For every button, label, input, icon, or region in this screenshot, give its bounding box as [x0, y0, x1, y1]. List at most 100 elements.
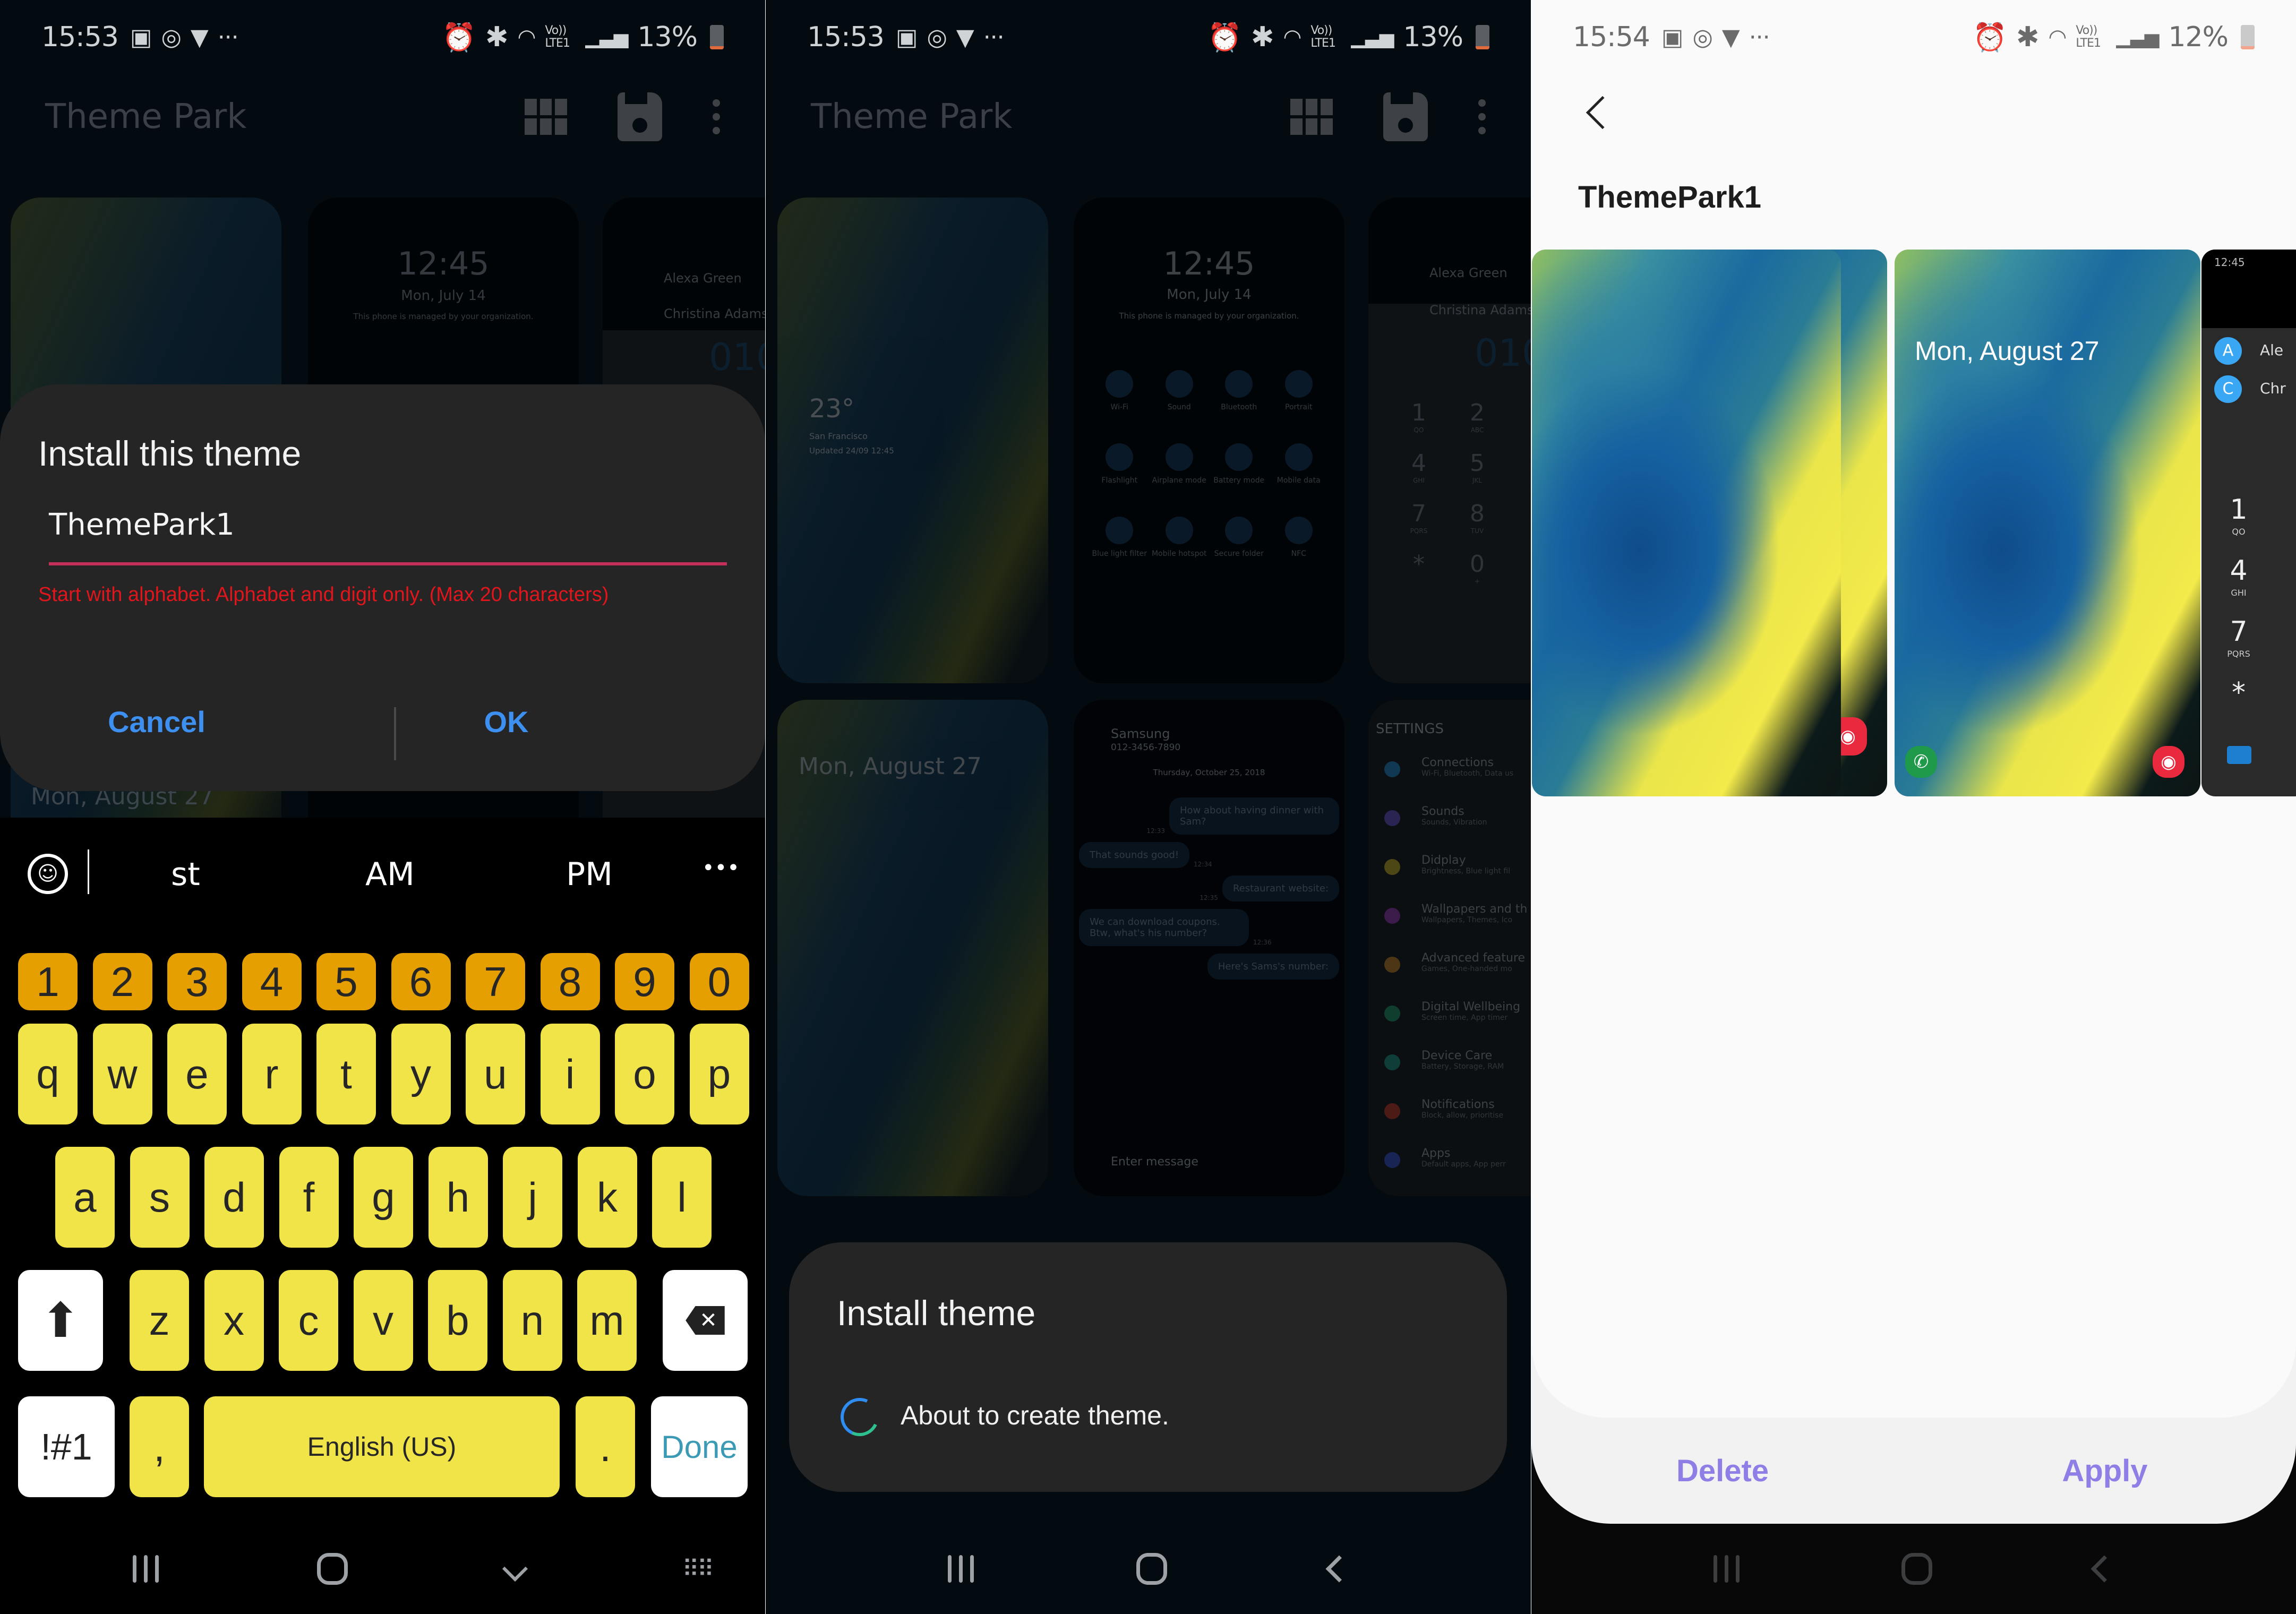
- message-bubble: Here's Sams's number:: [1079, 954, 1339, 980]
- key-m[interactable]: m: [577, 1270, 637, 1371]
- settings-item: Digital Wellbeing Screen time, App timer: [1368, 991, 1531, 1040]
- settings-thumbnail[interactable]: SETTINGS Connections Wi-Fi, Bluetooth, Da…: [1368, 700, 1531, 1196]
- quick-setting-label: Blue light filter: [1092, 550, 1147, 558]
- thumb-dial-digits: 010: [1475, 331, 1531, 375]
- dialer-preview[interactable]: 12:45 A Ale C Chr 1 QO 4 GHI 7 PQRS *: [2201, 250, 2296, 796]
- comma-key[interactable]: ,: [130, 1396, 189, 1497]
- key-k[interactable]: k: [577, 1147, 637, 1248]
- grid-view-icon[interactable]: [525, 99, 567, 135]
- gallery-notification-icon: ▣: [895, 23, 918, 51]
- grid-view-icon[interactable]: [1290, 99, 1333, 135]
- key-l[interactable]: l: [652, 1147, 712, 1248]
- more-options-icon[interactable]: [1478, 99, 1486, 134]
- more-options-icon[interactable]: [713, 99, 720, 134]
- key-o[interactable]: o: [615, 1024, 674, 1124]
- apply-button[interactable]: Apply: [1914, 1433, 2296, 1508]
- key-3[interactable]: 3: [167, 953, 227, 1010]
- key-y[interactable]: y: [391, 1024, 451, 1124]
- backspace-key[interactable]: ✕: [663, 1270, 748, 1371]
- dialer-thumbnail[interactable]: Alexa Green Christina Adams 010 1QO2ABC4…: [1368, 198, 1531, 683]
- space-key[interactable]: English (US): [204, 1396, 560, 1497]
- theme-name-input[interactable]: ThemePark1: [49, 504, 727, 565]
- cancel-button[interactable]: Cancel: [0, 692, 393, 751]
- symbols-key[interactable]: !#1: [18, 1396, 115, 1497]
- thumb-msg-number: 012-3456-7890: [1111, 742, 1181, 753]
- settings-item-subtitle: Battery, Storage, RAM: [1421, 1062, 1504, 1071]
- key-8[interactable]: 8: [540, 953, 600, 1010]
- key-i[interactable]: i: [540, 1024, 600, 1124]
- key-n[interactable]: n: [502, 1270, 562, 1371]
- hide-keyboard-button[interactable]: [502, 1556, 528, 1582]
- shift-key[interactable]: ⬆: [18, 1270, 103, 1371]
- message-bubble: We can download coupons. Btw, what's his…: [1079, 909, 1339, 946]
- key-t[interactable]: t: [316, 1024, 376, 1124]
- suggestion-1[interactable]: st: [171, 856, 200, 893]
- settings-item-icon: [1384, 908, 1400, 924]
- key-r[interactable]: r: [242, 1024, 302, 1124]
- home-screen-thumbnail[interactable]: 23° San Francisco Updated 24/09 12:45: [777, 198, 1048, 683]
- key-c[interactable]: c: [279, 1270, 338, 1371]
- signal-icon: ▁▃▅: [585, 26, 628, 48]
- key-b[interactable]: b: [428, 1270, 487, 1371]
- ok-button[interactable]: OK: [396, 692, 765, 751]
- period-key[interactable]: .: [576, 1396, 635, 1497]
- key-7[interactable]: 7: [466, 953, 525, 1010]
- recents-button[interactable]: [948, 1555, 974, 1583]
- key-s[interactable]: s: [130, 1147, 190, 1248]
- done-key[interactable]: Done: [651, 1396, 748, 1497]
- home-button[interactable]: [1136, 1553, 1167, 1585]
- key-9[interactable]: 9: [615, 953, 674, 1010]
- key-e[interactable]: e: [167, 1024, 227, 1124]
- key-j[interactable]: j: [503, 1147, 562, 1248]
- key-v[interactable]: v: [353, 1270, 413, 1371]
- quick-panel-thumbnail[interactable]: 12:45 Mon, July 14 This phone is managed…: [1074, 198, 1344, 683]
- key-1[interactable]: 1: [18, 953, 78, 1010]
- key-q[interactable]: q: [18, 1024, 78, 1124]
- thumb-contact-2: Christina Adams: [1429, 303, 1531, 317]
- dialpad-digit: 1: [1411, 399, 1426, 426]
- key-w[interactable]: w: [92, 1024, 152, 1124]
- delete-button[interactable]: Delete: [1531, 1433, 1914, 1508]
- key-0[interactable]: 0: [689, 953, 749, 1010]
- key-4[interactable]: 4: [242, 953, 302, 1010]
- back-button[interactable]: [2091, 1555, 2118, 1583]
- save-icon[interactable]: [1383, 92, 1428, 141]
- key-2[interactable]: 2: [92, 953, 152, 1010]
- suggestion-2[interactable]: AM: [365, 856, 415, 893]
- message-notification-icon: ▼: [190, 23, 209, 51]
- key-5[interactable]: 5: [316, 953, 376, 1010]
- key-p[interactable]: p: [689, 1024, 749, 1124]
- key-z[interactable]: z: [130, 1270, 189, 1371]
- back-button[interactable]: [1574, 85, 1627, 143]
- aod-thumbnail[interactable]: Mon, August 27: [777, 700, 1048, 1196]
- key-d[interactable]: d: [204, 1147, 264, 1248]
- keyboard-switch-icon[interactable]: ⠿⠿: [682, 1556, 714, 1583]
- message-bubble: That sounds good! 12:34: [1079, 842, 1339, 868]
- quick-setting-tile: Mobile data: [1269, 443, 1329, 485]
- key-x[interactable]: x: [204, 1270, 264, 1371]
- more-suggestions-icon[interactable]: •••: [702, 856, 740, 880]
- message-bubble: 12:33 How about having dinner with Sam?: [1079, 797, 1339, 835]
- dialer-digit: 1: [2230, 494, 2248, 526]
- recents-button[interactable]: [133, 1555, 159, 1583]
- preview-lock-date: Mon, August 27: [1915, 336, 2100, 366]
- dialer-letters: QO: [2232, 527, 2246, 537]
- key-u[interactable]: u: [466, 1024, 525, 1124]
- messages-thumbnail[interactable]: Samsung 012-3456-7890 Thursday, October …: [1074, 700, 1344, 1196]
- recents-button[interactable]: [1713, 1555, 1740, 1583]
- key-g[interactable]: g: [354, 1147, 413, 1248]
- key-6[interactable]: 6: [391, 953, 451, 1010]
- home-button[interactable]: [1901, 1553, 1933, 1585]
- message-bubble: 12:35 Restaurant website:: [1079, 875, 1339, 902]
- home-button[interactable]: [316, 1553, 348, 1585]
- lock-screen-preview[interactable]: Mon, August 27 ✆ ◉: [1895, 250, 2200, 796]
- back-button[interactable]: [1325, 1555, 1353, 1583]
- key-a[interactable]: a: [55, 1147, 115, 1248]
- suggestion-3[interactable]: PM: [566, 856, 613, 893]
- save-icon[interactable]: [618, 92, 662, 141]
- key-f[interactable]: f: [279, 1147, 339, 1248]
- dialpad-letters: TUV: [1470, 527, 1484, 535]
- key-h[interactable]: h: [428, 1147, 488, 1248]
- quick-setting-tile: Secure folder: [1209, 517, 1269, 558]
- emoji-switch-icon[interactable]: ☺: [28, 854, 68, 894]
